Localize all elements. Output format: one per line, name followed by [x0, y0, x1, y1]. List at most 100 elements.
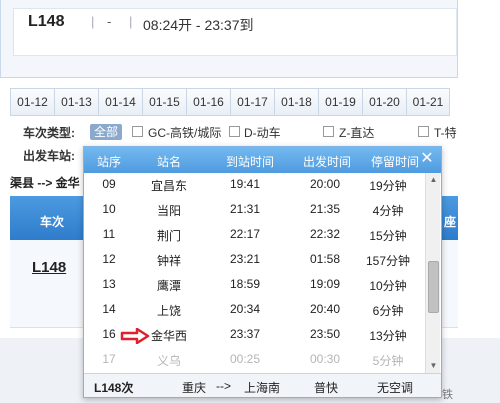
stop-stay: 157分钟 — [365, 254, 411, 268]
stop-row: 10 当阳 21:31 21:35 4分钟 — [84, 198, 424, 223]
date-tab[interactable]: 01-15 — [142, 88, 186, 116]
stop-name: 钟祥 — [156, 254, 181, 268]
stop-no: 13 — [102, 277, 116, 291]
stop-row: 09 宜昌东 19:41 20:00 19分钟 — [84, 173, 424, 198]
footer-train: L148次 — [94, 381, 134, 395]
stop-row: 11 荆门 22:17 22:32 15分钟 — [84, 223, 424, 248]
stop-name: 荆门 — [156, 229, 181, 243]
stop-depart: 20:00 — [309, 177, 341, 191]
date-tab[interactable]: 01-13 — [54, 88, 98, 116]
stop-no: 10 — [102, 202, 116, 216]
date-tab[interactable]: 01-21 — [406, 88, 450, 116]
filter-all-button[interactable]: 全部 — [90, 124, 122, 140]
route-label: 渠县 --> 金华 — [10, 176, 80, 190]
separator: | — [91, 14, 95, 29]
stop-stay: 5分钟 — [372, 354, 404, 368]
footer-type: 普快 — [314, 381, 339, 395]
stop-depart: 23:50 — [309, 327, 341, 341]
header-depart: 出发时间 — [302, 155, 351, 169]
stop-arrive: 19:41 — [229, 177, 261, 191]
stop-row: 12 钟祥 23:21 01:58 157分钟 — [84, 248, 424, 273]
stop-depart: 19:09 — [309, 277, 341, 291]
stop-arrive: 00:25 — [229, 352, 261, 366]
popup-scrollbar[interactable]: ▲ ▼ — [425, 173, 440, 373]
footer-to: 上海南 — [244, 381, 281, 395]
train-number: L148 — [28, 13, 65, 30]
stop-depart: 20:40 — [309, 302, 341, 316]
train-time-range: 08:24开 - 23:37到 — [143, 17, 254, 33]
date-tab[interactable]: 01-20 — [362, 88, 406, 116]
stop-name: 鹰潭 — [156, 279, 181, 293]
footer-arrow: --> — [216, 379, 231, 393]
stop-no: 14 — [102, 302, 116, 316]
header-no: 站序 — [96, 155, 121, 169]
t-checkbox[interactable] — [418, 126, 429, 137]
date-tab[interactable]: 01-12 — [10, 88, 54, 116]
footer-from: 重庆 — [182, 381, 207, 395]
d-checkbox[interactable] — [229, 126, 240, 137]
stop-stay: 10分钟 — [369, 279, 407, 293]
stop-name: 金华西 — [150, 329, 187, 343]
stop-no: 12 — [102, 252, 116, 266]
stop-list-popup: 站序 站名 到站时间 出发时间 停留时间 ✕ 09 宜昌东 19:41 20:0… — [83, 146, 442, 398]
stop-no: 09 — [102, 177, 116, 191]
date-tab[interactable]: 01-16 — [186, 88, 230, 116]
scroll-up-icon[interactable]: ▲ — [429, 175, 438, 184]
scroll-down-icon[interactable]: ▼ — [429, 361, 438, 370]
stop-arrive: 21:31 — [229, 202, 261, 216]
corner-text: 铁 — [442, 389, 453, 401]
stop-no: 11 — [102, 227, 116, 241]
z-label: Z-直达 — [339, 126, 375, 140]
date-tab[interactable]: 01-18 — [274, 88, 318, 116]
stop-stay: 13分钟 — [369, 329, 407, 343]
stop-row: 17 义乌 00:25 00:30 5分钟 — [84, 348, 424, 373]
stop-arrive: 18:59 — [229, 277, 261, 291]
train-type-label: 车次类型: — [23, 126, 75, 140]
stop-row: 13 鹰潭 18:59 19:09 10分钟 — [84, 273, 424, 298]
gc-label: GC-高铁/城际 — [148, 126, 222, 140]
stop-depart: 22:32 — [309, 227, 341, 241]
stop-arrive: 23:37 — [229, 327, 261, 341]
footer-ac: 无空调 — [377, 381, 414, 395]
stop-row-highlighted: 16 金华西 23:37 23:50 13分钟 — [84, 323, 424, 348]
depart-station-label: 出发车站: — [23, 149, 75, 163]
column-train: 车次 — [40, 215, 65, 229]
date-tab[interactable]: 01-14 — [98, 88, 142, 116]
t-label: T-特 — [434, 126, 457, 140]
header-arrive: 到站时间 — [225, 155, 274, 169]
scroll-thumb[interactable] — [428, 261, 439, 313]
train-link[interactable]: L148 — [32, 259, 66, 276]
stop-name: 宜昌东 — [150, 179, 187, 193]
date-tab[interactable]: 01-19 — [318, 88, 362, 116]
date-tab[interactable]: 01-17 — [230, 88, 274, 116]
gc-checkbox[interactable] — [132, 126, 143, 137]
stop-row: 14 上饶 20:34 20:40 6分钟 — [84, 298, 424, 323]
z-checkbox[interactable] — [323, 126, 334, 137]
stop-name: 义乌 — [156, 354, 181, 368]
popup-footer: L148次 重庆 --> 上海南 普快 无空调 — [84, 373, 441, 397]
stop-name: 当阳 — [156, 204, 181, 218]
stop-stay: 4分钟 — [372, 204, 404, 218]
separator: | — [129, 14, 133, 29]
close-icon[interactable]: ✕ — [419, 150, 435, 168]
train-summary-card — [0, 0, 458, 78]
stop-stay: 19分钟 — [369, 179, 407, 193]
stop-arrive: 20:34 — [229, 302, 261, 316]
stop-depart: 01:58 — [309, 252, 341, 266]
stop-stay: 15分钟 — [369, 229, 407, 243]
stop-name: 上饶 — [156, 304, 181, 318]
header-name: 站名 — [156, 155, 181, 169]
popup-header: 站序 站名 到站时间 出发时间 停留时间 ✕ — [84, 147, 441, 173]
stop-arrive: 22:17 — [229, 227, 261, 241]
column-seat: 座 — [444, 215, 457, 229]
train-type-filter: 车次类型: 全部 GC-高铁/城际 D-动车 Z-直达 T-特 — [23, 124, 500, 142]
stop-stay: 6分钟 — [372, 304, 404, 318]
stop-depart: 00:30 — [309, 352, 341, 366]
date-tabs: 01-12 01-13 01-14 01-15 01-16 01-17 01-1… — [10, 88, 450, 116]
station-dash: - — [107, 14, 112, 29]
stop-depart: 21:35 — [309, 202, 341, 216]
stop-arrive: 23:21 — [229, 252, 261, 266]
popup-stop-list: 09 宜昌东 19:41 20:00 19分钟 10 当阳 21:31 21:3… — [84, 173, 424, 373]
d-label: D-动车 — [244, 126, 281, 140]
header-stay: 停留时间 — [370, 155, 419, 169]
